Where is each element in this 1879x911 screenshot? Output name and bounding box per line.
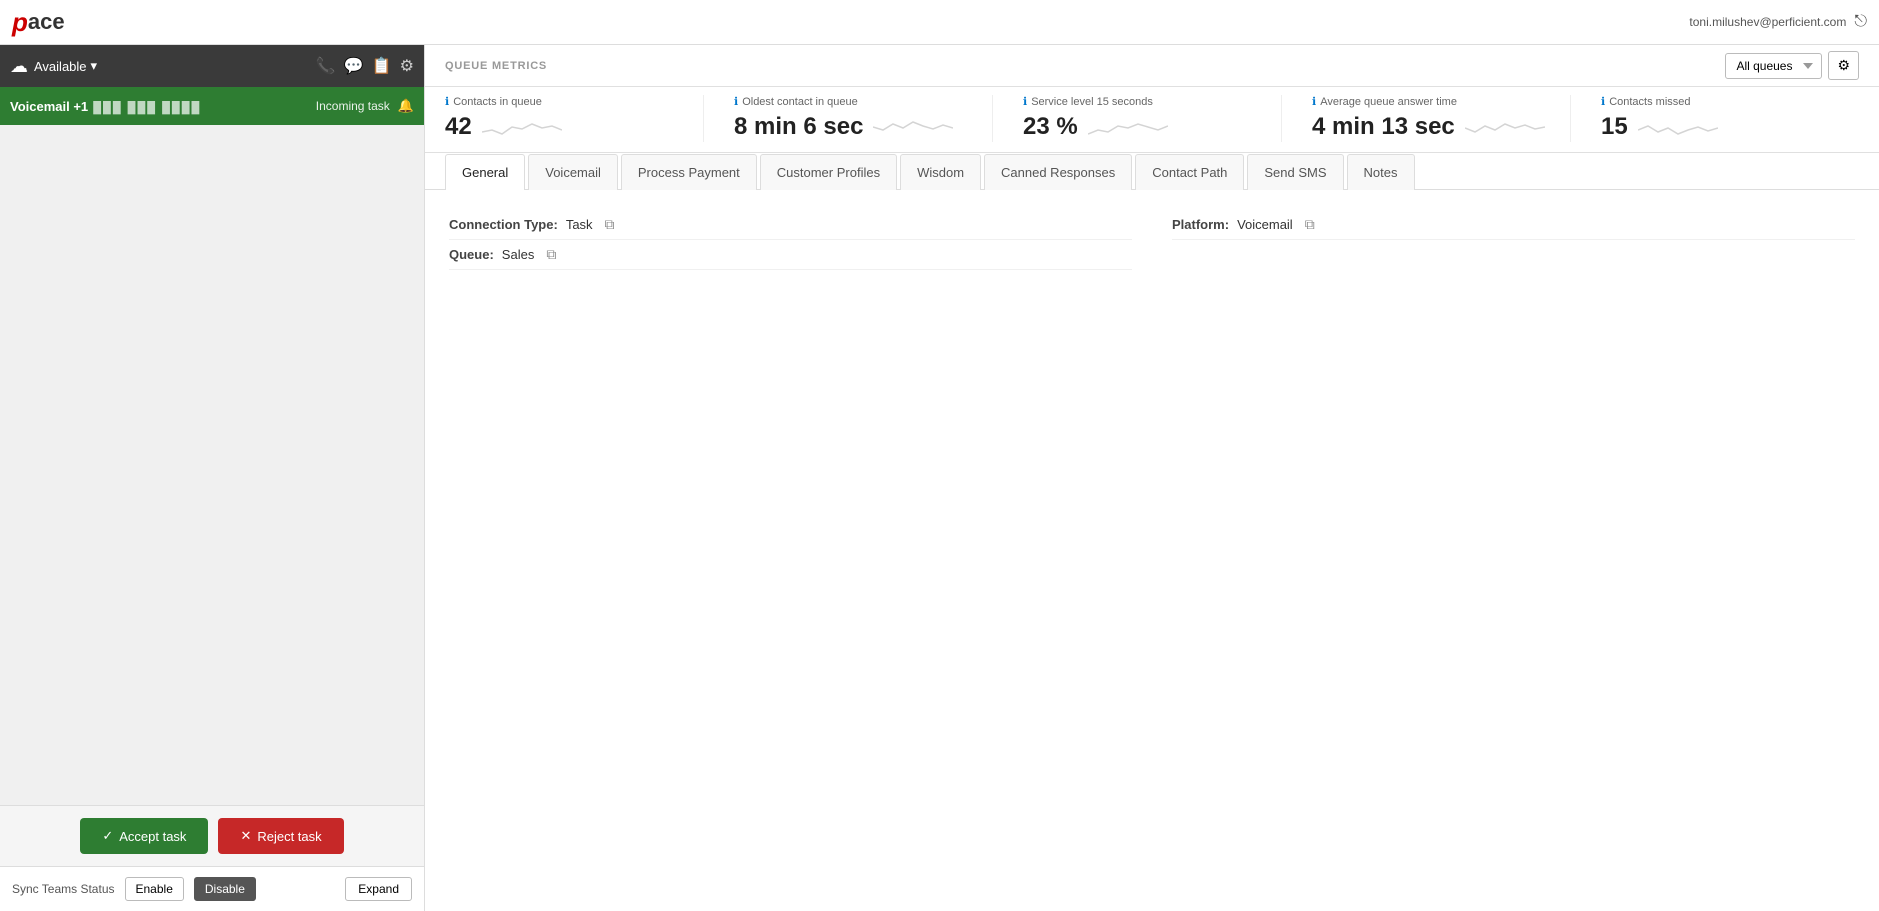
left-panel: ☁ Available ▾ 📞 💬 📋 ⚙ Voicemail +1 ███ █… [0,45,425,911]
tab-canned-responses[interactable]: Canned Responses [984,154,1132,190]
tab-general[interactable]: General [445,154,525,190]
cloud-icon: ☁ [10,56,28,77]
main-layout: ☁ Available ▾ 📞 💬 📋 ⚙ Voicemail +1 ███ █… [0,45,1879,911]
right-panel: QUEUE METRICS All queues Sales Support B… [425,45,1879,911]
metric-value-contacts: 42 [445,113,472,141]
chevron-down-icon: ▾ [91,58,98,74]
metric-label-oldest: Oldest contact in queue [742,96,858,108]
reject-label: Reject task [257,829,321,844]
bottom-actions: ✓ Accept task ✕ Reject task [0,805,424,866]
info-icon-missed[interactable]: ℹ [1601,95,1605,108]
info-icon-oldest[interactable]: ℹ [734,95,738,108]
accept-label: Accept task [119,829,186,844]
queue-key: Queue: [449,247,494,262]
task-info: Voicemail +1 ███ ███ ████ [10,99,201,114]
accept-icon: ✓ [102,828,113,844]
status-indicator: ☁ Available ▾ [10,56,97,77]
caller-id: Voicemail +1 ███ ███ ████ [10,99,201,114]
queue-selector[interactable]: All queues Sales Support Billing [1725,53,1822,79]
tab-customer-profiles[interactable]: Customer Profiles [760,154,897,190]
tab-send-sms[interactable]: Send SMS [1247,154,1343,190]
tab-process-payment[interactable]: Process Payment [621,154,757,190]
connection-type-val: Task [566,217,593,232]
status-bar: ☁ Available ▾ 📞 💬 📋 ⚙ [0,45,424,87]
user-email: toni.milushev@perficient.com [1689,15,1846,29]
accept-task-button[interactable]: ✓ Accept task [80,818,208,854]
metric-contacts-in-queue: ℹ Contacts in queue 42 [445,95,703,142]
general-info-grid: Connection Type: Task ⧉ Queue: Sales ⧉ P… [449,210,1855,270]
clipboard-icon-btn[interactable]: 📋 [372,56,392,76]
sync-teams-bar: Sync Teams Status Enable Disable Expand [0,866,424,911]
platform-key: Platform: [1172,217,1229,232]
metrics-gear-button[interactable]: ⚙ [1828,51,1859,80]
tab-notes[interactable]: Notes [1347,154,1415,190]
copy-queue-icon[interactable]: ⧉ [546,246,556,263]
incoming-task-label: Incoming task [316,99,390,113]
reject-task-button[interactable]: ✕ Reject task [218,818,343,854]
tab-voicemail[interactable]: Voicemail [528,154,618,190]
queue-val: Sales [502,247,535,262]
metric-label-service: Service level 15 seconds [1031,96,1153,108]
logo-p: p [12,7,28,38]
info-icon-service[interactable]: ℹ [1023,95,1027,108]
logout-icon[interactable]: ⎋ [1854,13,1867,31]
tab-contact-path[interactable]: Contact Path [1135,154,1244,190]
content-area: Connection Type: Task ⧉ Queue: Sales ⧉ P… [425,190,1879,911]
sparkline-service [1088,112,1168,142]
status-controls: 📞 💬 📋 ⚙ [316,56,414,76]
metric-value-avg: 4 min 13 sec [1312,113,1455,141]
user-info: toni.milushev@perficient.com ⎋ [1689,13,1867,31]
platform-row: Platform: Voicemail ⧉ [1172,210,1855,240]
top-nav: pace toni.milushev@perficient.com ⎋ [0,0,1879,45]
queue-controls: All queues Sales Support Billing ⚙ [1725,51,1859,80]
connection-type-key: Connection Type: [449,217,558,232]
app-logo: pace [12,7,65,38]
expand-button[interactable]: Expand [345,877,412,901]
metric-label-contacts: Contacts in queue [453,96,542,108]
info-col-right: Platform: Voicemail ⧉ [1172,210,1855,270]
queue-row: Queue: Sales ⧉ [449,240,1132,270]
gear-icon-btn[interactable]: ⚙ [400,56,414,76]
metrics-title: QUEUE METRICS [445,60,547,72]
incoming-task-bar: Voicemail +1 ███ ███ ████ Incoming task … [0,87,424,125]
connection-type-row: Connection Type: Task ⧉ [449,210,1132,240]
phone-icon-btn[interactable]: 📞 [316,56,336,76]
sync-disable-button[interactable]: Disable [194,877,256,901]
left-content-area [0,125,424,805]
copy-platform-icon[interactable]: ⧉ [1305,216,1315,233]
metric-value-service: 23 % [1023,113,1078,141]
reject-icon: ✕ [240,828,251,844]
metric-label-missed: Contacts missed [1609,96,1690,108]
logo-suffix: ace [28,9,65,35]
metrics-header-row: QUEUE METRICS All queues Sales Support B… [425,45,1879,87]
metric-value-oldest: 8 min 6 sec [734,113,863,141]
metric-avg-answer-time: ℹ Average queue answer time 4 min 13 sec [1281,95,1570,142]
tabs-bar: General Voicemail Process Payment Custom… [425,153,1879,190]
tab-wisdom[interactable]: Wisdom [900,154,981,190]
platform-val: Voicemail [1237,217,1293,232]
status-dropdown[interactable]: Available ▾ [34,58,97,74]
info-icon-contacts[interactable]: ℹ [445,95,449,108]
metric-label-avg: Average queue answer time [1320,96,1457,108]
sync-teams-label: Sync Teams Status [12,882,115,896]
sparkline-oldest [873,112,953,142]
status-label: Available [34,59,87,74]
metric-oldest-contact: ℹ Oldest contact in queue 8 min 6 sec [703,95,992,142]
alert-icon: 🔔 [398,98,414,114]
sparkline-missed [1638,112,1718,142]
metric-service-level: ℹ Service level 15 seconds 23 % [992,95,1281,142]
sparkline-contacts [482,112,562,142]
info-col-left: Connection Type: Task ⧉ Queue: Sales ⧉ [449,210,1132,270]
sync-enable-button[interactable]: Enable [125,877,184,901]
sparkline-avg [1465,112,1545,142]
info-icon-avg[interactable]: ℹ [1312,95,1316,108]
metrics-data-row: ℹ Contacts in queue 42 ℹ Oldest contact … [425,87,1879,153]
metric-contacts-missed: ℹ Contacts missed 15 [1570,95,1859,142]
metric-value-missed: 15 [1601,113,1628,141]
chat-icon-btn[interactable]: 💬 [344,56,364,76]
copy-connection-type-icon[interactable]: ⧉ [605,216,615,233]
